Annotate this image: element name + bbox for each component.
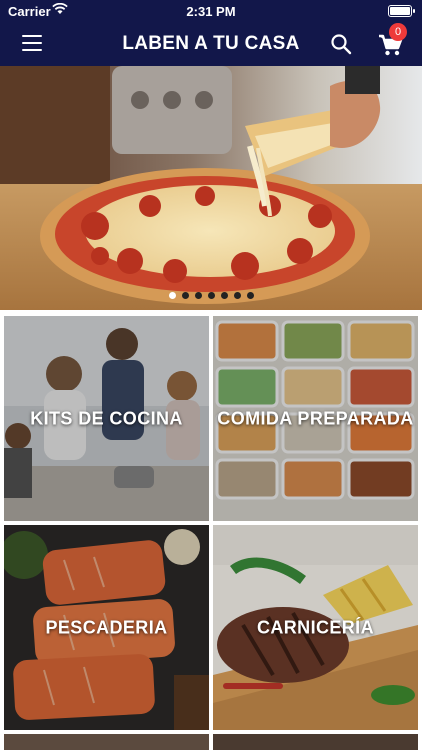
carousel-dot[interactable]: [220, 292, 228, 299]
carousel-dot[interactable]: [207, 292, 215, 299]
status-bar: Carrier 2:31 PM: [0, 0, 422, 22]
category-tile-pescaderia[interactable]: PESCADERIA: [4, 525, 209, 730]
category-tile-partial[interactable]: [213, 734, 418, 750]
category-label: CARNICERÍA: [256, 617, 374, 637]
category-tile-comida-preparada[interactable]: COMIDA PREPARADA: [213, 316, 418, 521]
pizza-image: [0, 66, 422, 310]
category-label: PESCADERIA: [45, 617, 168, 637]
cart-count-badge: 0: [389, 23, 407, 41]
hero-carousel[interactable]: [0, 66, 422, 310]
status-time: 2:31 PM: [186, 4, 236, 19]
battery-icon: [388, 5, 415, 17]
top-navigation-bar: Carrier 2:31 PM LABEN A TU CASA 0: [0, 0, 422, 66]
carousel-dot[interactable]: [168, 292, 176, 299]
category-grid: KITS DE COCINA COMIDA PREPARADA PESCADER…: [0, 312, 422, 750]
carousel-dot[interactable]: [233, 292, 241, 299]
carousel-dot[interactable]: [194, 292, 202, 299]
carousel-dot[interactable]: [246, 292, 254, 299]
carousel-dot[interactable]: [181, 292, 189, 299]
category-label: COMIDA PREPARADA: [217, 408, 414, 428]
category-tile-carniceria[interactable]: CARNICERÍA: [213, 525, 418, 730]
carousel-pagination[interactable]: [0, 292, 422, 299]
category-tile-partial[interactable]: [4, 734, 209, 750]
category-label: KITS DE COCINA: [30, 408, 183, 428]
search-icon[interactable]: [330, 33, 352, 55]
category-tile-kits-de-cocina[interactable]: KITS DE COCINA: [4, 316, 209, 521]
page-title: LABEN A TU CASA: [122, 33, 300, 54]
